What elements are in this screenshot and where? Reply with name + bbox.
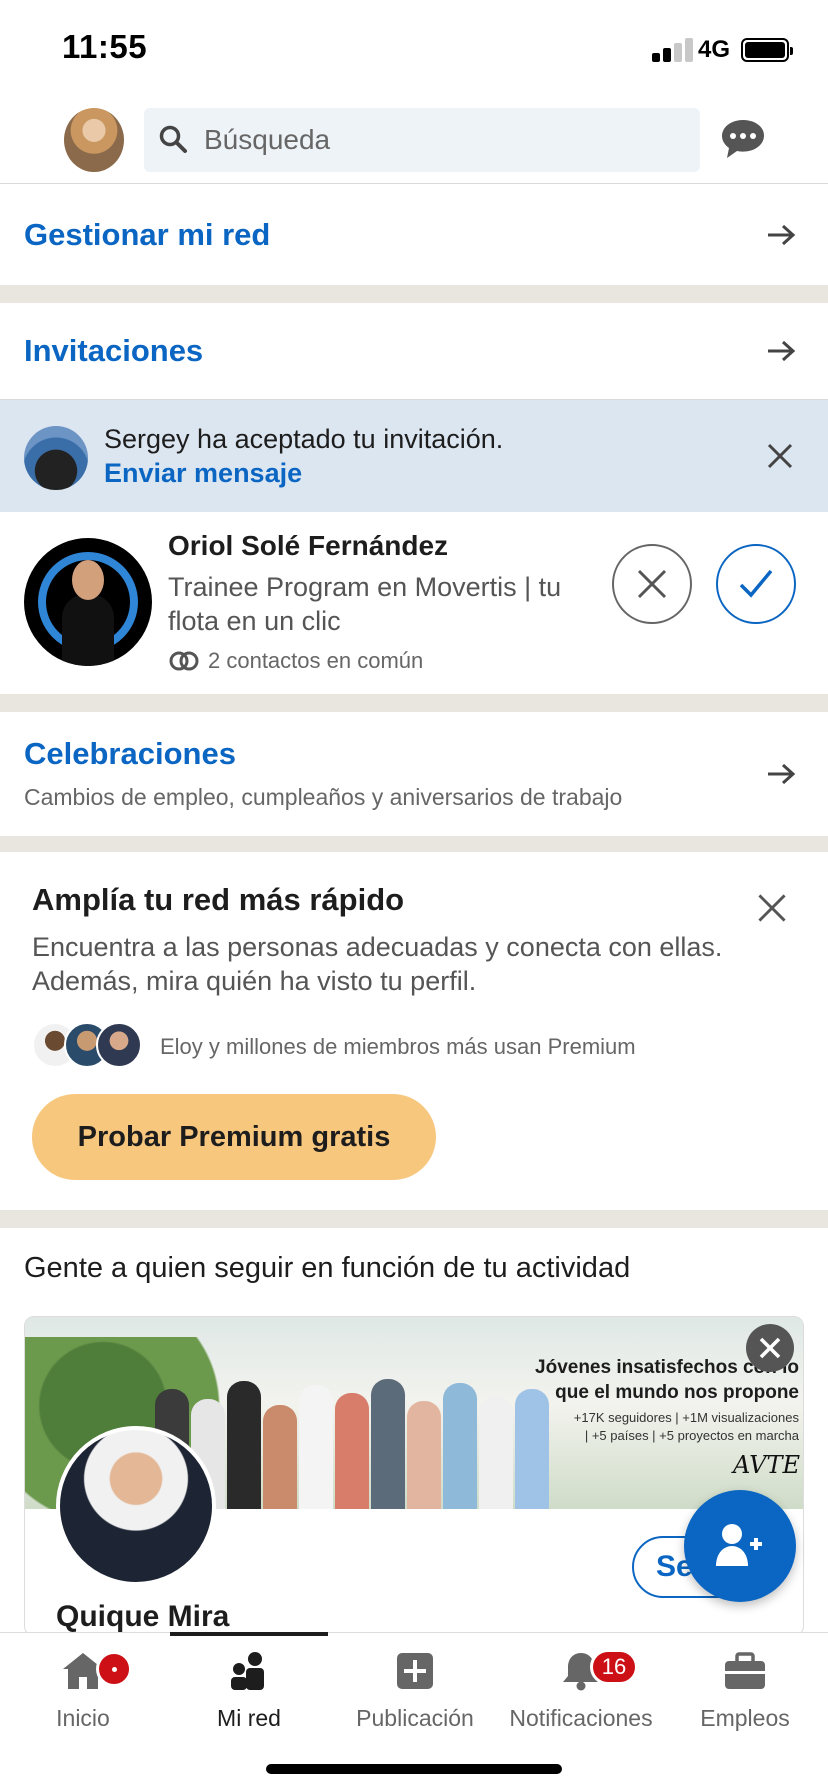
accept-button[interactable] xyxy=(716,544,796,624)
tab-label: Notificaciones xyxy=(509,1705,653,1731)
celebrations-subtitle: Cambios de empleo, cumpleaños y aniversa… xyxy=(24,784,623,810)
tab-label: Inicio xyxy=(56,1705,110,1731)
home-indicator xyxy=(266,1764,562,1774)
section-divider xyxy=(0,285,828,303)
suggestion-name[interactable]: Quique Mira xyxy=(56,1600,229,1634)
search-bar[interactable]: Búsqueda xyxy=(144,108,700,172)
notice-text: Sergey ha aceptado tu invitación. xyxy=(104,424,504,454)
tab-post[interactable]: Publicación xyxy=(332,1643,498,1743)
arrow-right-icon xyxy=(768,340,796,362)
tab-home[interactable]: Inicio xyxy=(0,1643,166,1743)
mutual-connections-icon xyxy=(169,651,199,671)
section-divider xyxy=(0,1210,828,1228)
banner-stats-line-2: | +5 países | +5 proyectos en marcha xyxy=(584,1428,799,1443)
tab-label: Empleos xyxy=(700,1705,790,1731)
celebrations-title: Celebraciones xyxy=(24,736,236,771)
status-time: 11:55 xyxy=(62,28,148,65)
premium-description: Encuentra a las personas adecuadas y con… xyxy=(32,932,723,996)
profile-avatar[interactable] xyxy=(64,108,124,172)
banner-logo: AVTE xyxy=(733,1451,800,1479)
banner-stats-line-1: +17K seguidores | +1M visualizaciones xyxy=(573,1410,799,1425)
avatar[interactable] xyxy=(56,1426,216,1586)
active-tab-indicator xyxy=(170,1632,328,1636)
close-icon[interactable] xyxy=(766,442,794,470)
battery-icon xyxy=(741,38,793,62)
celebrations-row[interactable]: Celebraciones Cambios de empleo, cumplea… xyxy=(0,712,828,836)
people-icon xyxy=(231,1652,264,1690)
invitation-card: Oriol Solé Fernández Trainee Program en … xyxy=(0,512,828,694)
signal-icon xyxy=(652,36,693,62)
try-premium-button[interactable]: Probar Premium gratis xyxy=(32,1094,436,1180)
arrow-right-icon xyxy=(768,224,796,246)
invitation-name[interactable]: Oriol Solé Fernández xyxy=(168,530,448,562)
tab-label: Mi red xyxy=(217,1705,281,1731)
avatar[interactable] xyxy=(24,538,152,666)
tab-jobs[interactable]: Empleos xyxy=(662,1643,828,1743)
search-icon xyxy=(159,125,187,153)
close-icon[interactable] xyxy=(756,892,788,924)
mutual-connections-text: 2 contactos en común xyxy=(208,648,424,673)
invitation-headline: Trainee Program en Movertis | tu flota e… xyxy=(168,572,562,636)
messaging-icon[interactable] xyxy=(720,118,766,160)
status-bar: 11:55 4G xyxy=(0,0,828,100)
section-divider xyxy=(0,694,828,712)
invitations-row[interactable]: Invitaciones xyxy=(0,303,828,400)
arrow-right-icon xyxy=(768,763,796,785)
notification-dot xyxy=(96,1651,132,1687)
tab-notifications[interactable]: Notificaciones 16 xyxy=(498,1643,664,1743)
ignore-button[interactable] xyxy=(612,544,692,624)
top-bar: Búsqueda xyxy=(0,100,828,184)
accepted-invitation-notice: Sergey ha aceptado tu invitación. Enviar… xyxy=(0,400,828,512)
checkmark-icon xyxy=(739,569,773,598)
follow-suggestions-title: Gente a quien seguir en función de tu ac… xyxy=(24,1252,631,1284)
premium-social-proof: Eloy y millones de miembros más usan Pre… xyxy=(160,1034,636,1059)
manage-network-title: Gestionar mi red xyxy=(24,217,271,252)
send-message-link[interactable]: Enviar mensaje xyxy=(104,458,302,489)
manage-network-row[interactable]: Gestionar mi red xyxy=(0,185,828,285)
network-label: 4G xyxy=(698,36,731,63)
add-person-icon xyxy=(716,1524,762,1566)
close-icon xyxy=(759,1337,781,1359)
premium-title: Amplía tu red más rápido xyxy=(32,882,405,917)
avatar xyxy=(24,426,88,490)
notification-count-badge: 16 xyxy=(590,1649,638,1685)
tab-my-network[interactable]: Mi red xyxy=(166,1643,332,1743)
section-divider xyxy=(0,836,828,852)
briefcase-icon xyxy=(725,1652,765,1689)
mutual-connections: 2 contactos en común xyxy=(168,648,423,674)
banner-stats: +17K seguidores | +1M visualizaciones | … xyxy=(503,1409,799,1445)
add-connection-button[interactable] xyxy=(684,1490,796,1602)
add-post-icon xyxy=(397,1653,433,1689)
invitations-title: Invitaciones xyxy=(24,333,204,368)
close-icon xyxy=(637,569,667,599)
premium-upsell-card: Amplía tu red más rápido Encuentra a las… xyxy=(0,852,828,1210)
tab-label: Publicación xyxy=(356,1705,474,1731)
member-avatars xyxy=(32,1022,144,1070)
dismiss-suggestion-button[interactable] xyxy=(746,1324,794,1372)
search-input[interactable]: Búsqueda xyxy=(204,124,330,156)
